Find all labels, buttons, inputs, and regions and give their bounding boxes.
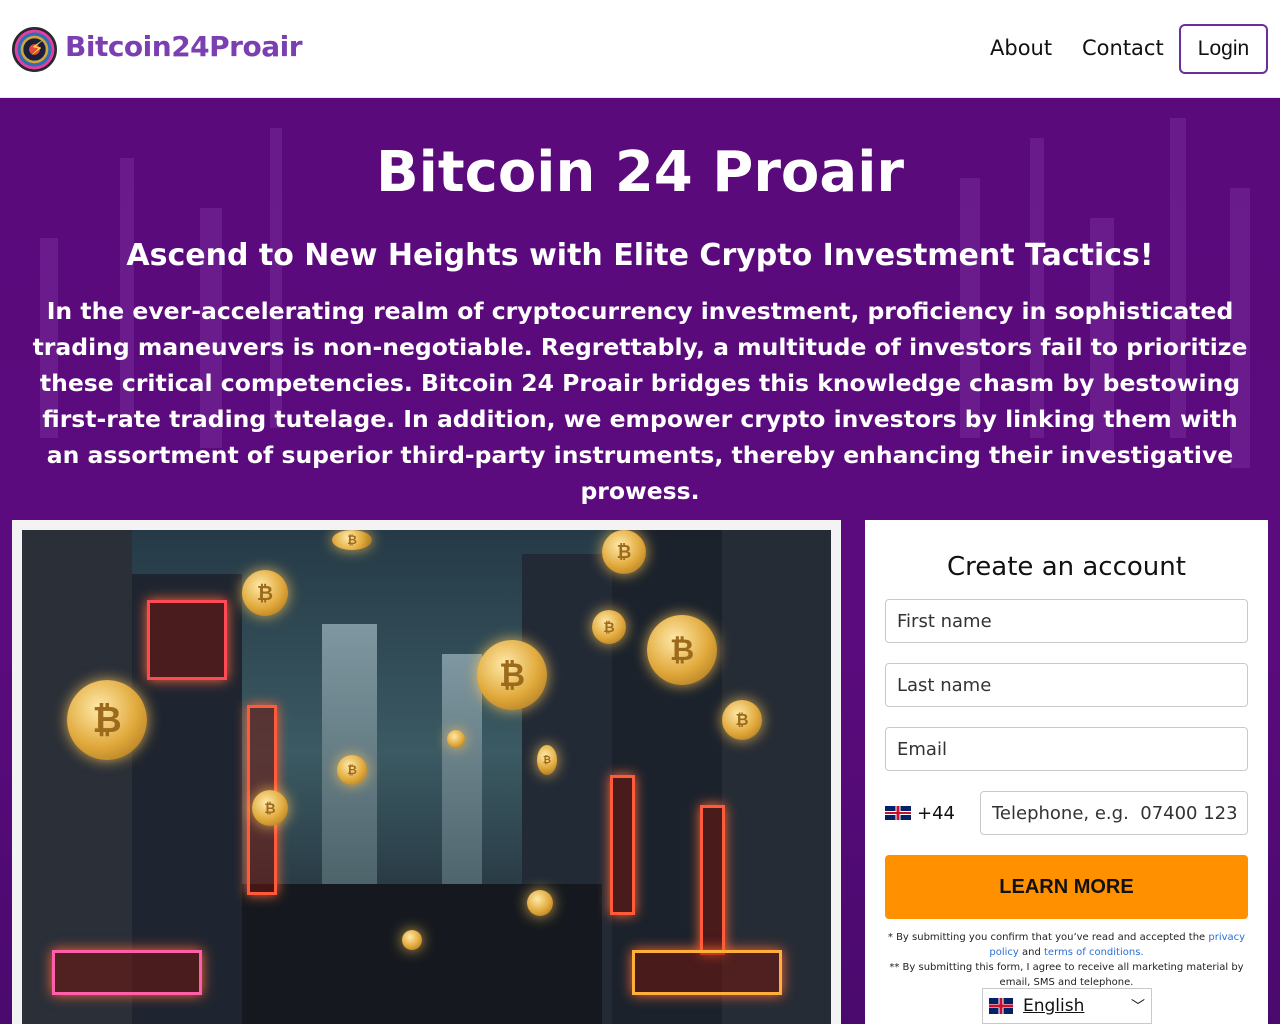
marketing-consent-text: ** By submitting this form, I agree to r… [889,962,1244,988]
hero-subtitle: Ascend to New Heights with Elite Crypto … [126,238,1154,273]
form-title: Create an account [947,552,1186,582]
hero-image-frame: ₿ ₿ ₿ ₿ ₿ ₿ ₿ ₿ ₿ ₿ ₿ [12,520,841,1024]
language-select[interactable]: English ﹀ [982,988,1152,1024]
first-name-input[interactable] [885,599,1248,643]
nav-about-link[interactable]: About [990,36,1052,60]
signup-form: Create an account +44 ▼ LEARN MORE * By … [865,520,1268,1024]
nav-contact-link[interactable]: Contact [1082,36,1164,60]
disclaimer-text: * By submitting you confirm that you’ve … [887,932,1209,943]
email-input[interactable] [885,727,1248,771]
hero-title: Bitcoin 24 Proair [375,140,905,205]
uk-flag-icon [989,998,1013,1014]
uk-flag-icon [885,806,911,820]
crypto-city-illustration: ₿ ₿ ₿ ₿ ₿ ₿ ₿ ₿ ₿ ₿ ₿ [22,530,831,1024]
logo-icon[interactable]: ⚡ [12,27,57,72]
disclaimer-and: and [1018,947,1045,958]
hero-description: In the ever-accelerating realm of crypto… [32,297,1248,505]
last-name-input[interactable] [885,663,1248,707]
telephone-input[interactable] [980,791,1248,835]
login-button[interactable]: Login [1179,24,1268,74]
country-code-select[interactable]: +44 ▼ [885,791,994,835]
chevron-down-icon: ﹀ [1131,999,1145,1015]
site-header: ⚡ Bitcoin24Proair About Contact Login [0,0,1280,98]
country-code-label: +44 [917,802,955,824]
language-label: English [1023,996,1085,1016]
learn-more-button[interactable]: LEARN MORE [885,855,1248,919]
lightning-icon: ⚡ [30,36,45,60]
terms-link[interactable]: terms of conditions. [1044,947,1144,958]
form-disclaimer: * By submitting you confirm that you’ve … [885,930,1248,990]
brand-name[interactable]: Bitcoin24Proair [65,30,303,63]
